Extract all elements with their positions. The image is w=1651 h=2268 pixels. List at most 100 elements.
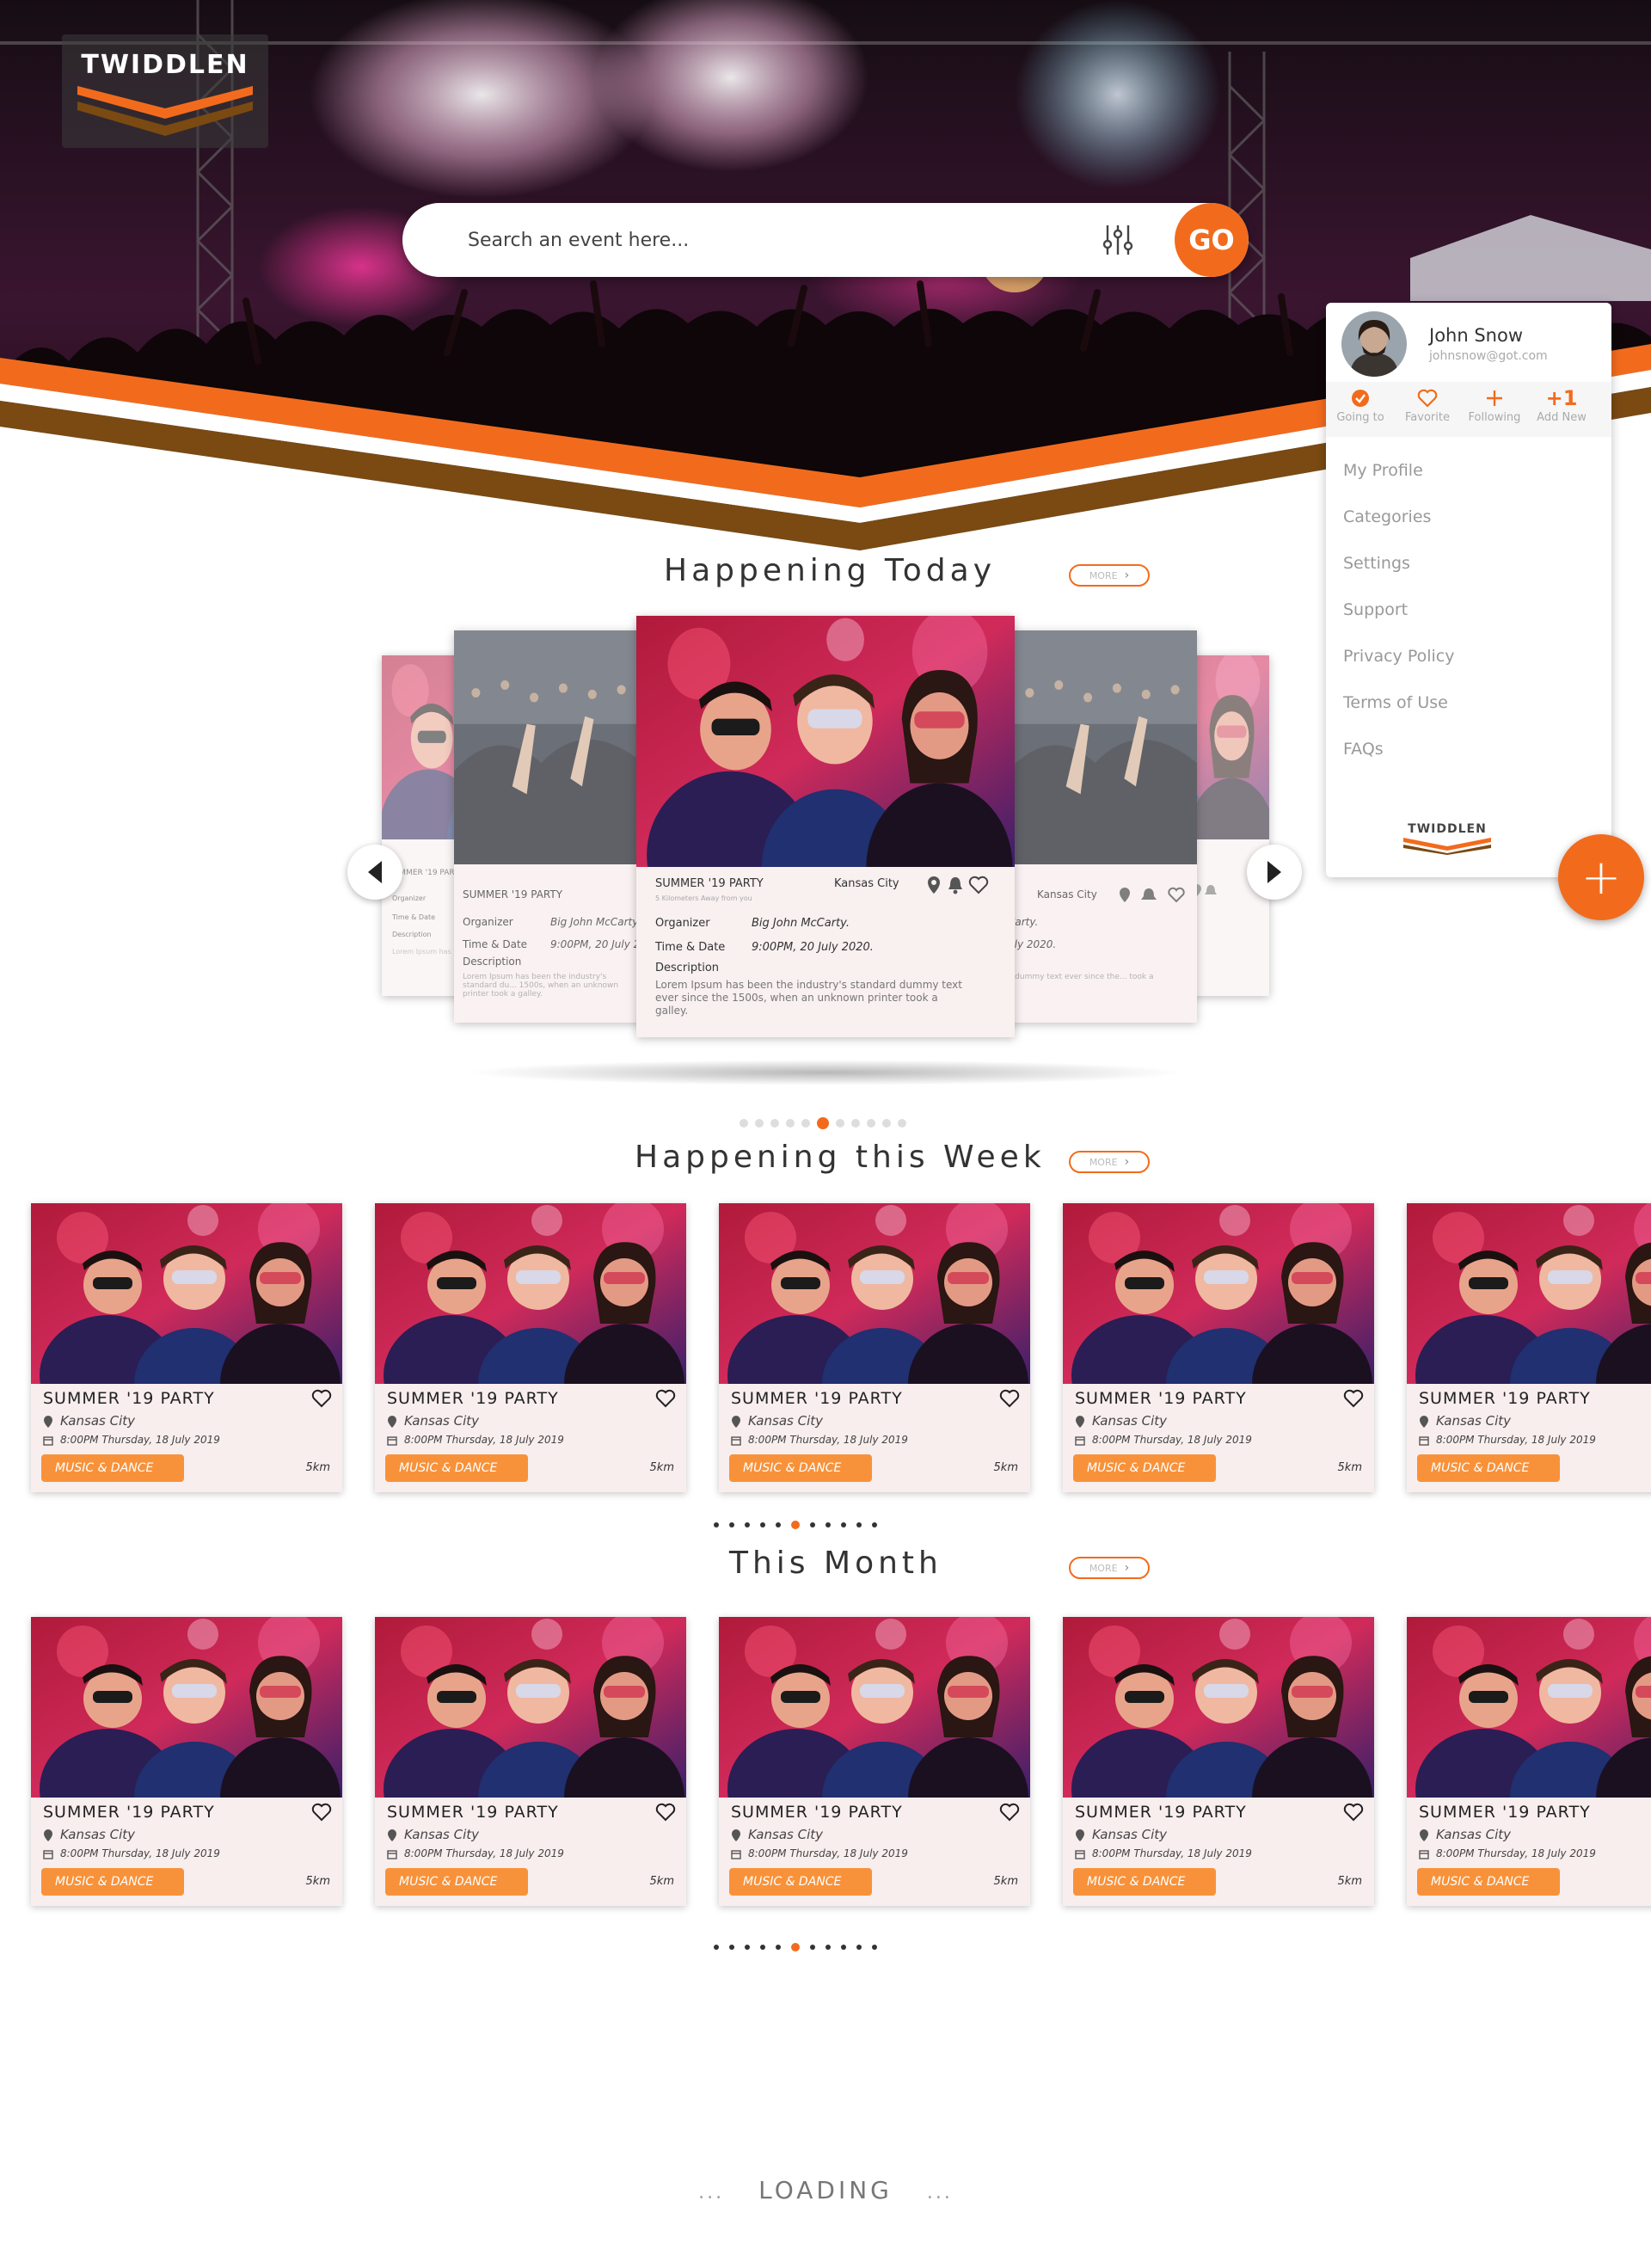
event-card[interactable]: SUMMER '19 PARTY Kansas City 8:00PM Thursd… [31, 1617, 342, 1906]
carousel-card-left[interactable]: SUMMER '19 PARTY Organizer Big John McCa… [454, 630, 643, 1023]
heart-icon[interactable] [999, 1389, 1020, 1408]
brand-logo[interactable]: TWIDDLEN [62, 34, 268, 148]
pagination-dot[interactable] [851, 1119, 860, 1128]
search-input[interactable] [466, 220, 1016, 260]
heart-icon[interactable] [655, 1389, 676, 1408]
menu-item-categories[interactable]: Categories [1343, 507, 1431, 526]
menu-item-terms-of-use[interactable]: Terms of Use [1343, 693, 1448, 712]
pagination-dot[interactable] [856, 1522, 862, 1527]
pagination-dot[interactable] [755, 1119, 764, 1128]
pagination-dot[interactable] [867, 1119, 875, 1128]
category-tag[interactable]: MUSIC & DANCE [385, 1868, 528, 1896]
add-event-fab[interactable]: + [1558, 834, 1644, 920]
menu-item-support[interactable]: Support [1343, 600, 1408, 619]
category-tag[interactable]: MUSIC & DANCE [1417, 1454, 1560, 1482]
menu-item-faqs[interactable]: FAQs [1343, 740, 1384, 759]
plus-one-icon: +1 [1545, 386, 1578, 410]
carousel-card-featured[interactable]: SUMMER '19 PARTY Kansas City 5 Kilometer… [636, 616, 1015, 1037]
event-distance: 5km [649, 1875, 674, 1888]
event-card[interactable]: SUMMER '19 PARTY Kansas City 8:00PM Thursd… [1407, 1203, 1651, 1492]
go-button[interactable]: GO [1175, 203, 1249, 277]
category-tag[interactable]: MUSIC & DANCE [729, 1454, 872, 1482]
panel-logo-text: TWIDDLEN [1408, 822, 1487, 836]
event-card[interactable]: SUMMER '19 PARTY Kansas City 8:00PM Thursd… [1063, 1203, 1374, 1492]
carousel-prev-button[interactable] [347, 845, 402, 900]
category-tag[interactable]: MUSIC & DANCE [729, 1868, 872, 1896]
pagination-dot[interactable] [898, 1119, 906, 1128]
pagination-dot[interactable] [841, 1522, 846, 1527]
happening-week-more-button[interactable]: MORE › [1069, 1151, 1150, 1173]
pagination-dot[interactable] [826, 1945, 831, 1950]
going-to-button[interactable]: Going to [1326, 385, 1395, 424]
category-tag[interactable]: MUSIC & DANCE [41, 1868, 184, 1896]
heart-icon[interactable] [311, 1803, 332, 1822]
pagination-dot[interactable] [836, 1119, 844, 1128]
event-card[interactable]: SUMMER '19 PARTY Kansas City 8:00PM Thursd… [375, 1617, 686, 1906]
pagination-dot[interactable] [810, 1522, 815, 1527]
category-tag[interactable]: MUSIC & DANCE [1417, 1868, 1560, 1896]
pagination-dot[interactable] [826, 1522, 831, 1527]
heart-icon[interactable] [999, 1803, 1020, 1822]
category-tag[interactable]: MUSIC & DANCE [1073, 1868, 1216, 1896]
pagination-dot[interactable] [776, 1522, 781, 1527]
category-tag[interactable]: MUSIC & DANCE [1073, 1454, 1216, 1482]
heart-icon[interactable] [1343, 1389, 1364, 1408]
heart-icon[interactable] [655, 1803, 676, 1822]
event-card[interactable]: SUMMER '19 PARTY Kansas City 8:00PM Thursd… [375, 1203, 686, 1492]
pagination-dot[interactable] [872, 1522, 877, 1527]
event-distance: 5km [1337, 1875, 1362, 1888]
add-new-button[interactable]: +1 Add New [1527, 385, 1596, 424]
following-button[interactable]: Following [1460, 385, 1529, 424]
avatar[interactable] [1341, 311, 1407, 377]
filter-sliders-icon[interactable] [1102, 224, 1133, 256]
favorite-button[interactable]: Favorite [1393, 385, 1462, 424]
pagination-dot[interactable] [872, 1945, 877, 1950]
heart-icon[interactable] [311, 1389, 332, 1408]
pagination-dot[interactable] [817, 1117, 829, 1129]
heart-icon[interactable] [1343, 1803, 1364, 1822]
category-tag[interactable]: MUSIC & DANCE [385, 1454, 528, 1482]
pagination-dot[interactable] [760, 1945, 765, 1950]
event-card[interactable]: SUMMER '19 PARTY Kansas City 8:00PM Thursd… [1407, 1617, 1651, 1906]
event-date: 8:00PM Thursday, 18 July 2019 [404, 1847, 564, 1859]
this-month-more-button[interactable]: MORE › [1069, 1557, 1150, 1579]
pagination-dot[interactable] [714, 1522, 719, 1527]
pagination-dot[interactable] [745, 1945, 750, 1950]
description-text: Lorem Ipsum has been the industry's stan… [655, 979, 962, 1017]
pagination-dot[interactable] [786, 1119, 795, 1128]
pagination-dot[interactable] [770, 1119, 779, 1128]
pagination-dot[interactable] [776, 1945, 781, 1950]
pagination-dot[interactable] [760, 1522, 765, 1527]
category-tag[interactable]: MUSIC & DANCE [41, 1454, 184, 1482]
event-photo [31, 1203, 342, 1384]
pagination-dot[interactable] [810, 1945, 815, 1950]
event-card[interactable]: SUMMER '19 PARTY Kansas City 8:00PM Thursd… [1063, 1617, 1374, 1906]
bell-icon[interactable] [948, 876, 963, 894]
pagination-dot[interactable] [801, 1119, 810, 1128]
pagination-dot[interactable] [740, 1119, 748, 1128]
pagination-dot[interactable] [729, 1945, 734, 1950]
pagination-dot[interactable] [882, 1119, 891, 1128]
pagination-dot[interactable] [856, 1945, 862, 1950]
carousel-card-right[interactable]: Kansas City Carty. uly 2020. y dummy tex… [1008, 630, 1197, 1023]
time-label: Time & Date [655, 941, 726, 954]
happening-today-more-button[interactable]: MORE › [1069, 564, 1150, 587]
carousel-next-button[interactable] [1247, 845, 1302, 900]
event-title: SUMMER '19 PARTY [1419, 1389, 1591, 1408]
menu-item-privacy-policy[interactable]: Privacy Policy [1343, 647, 1454, 666]
heart-icon[interactable] [968, 876, 989, 894]
event-card[interactable]: SUMMER '19 PARTY Kansas City 8:00PM Thursd… [719, 1617, 1030, 1906]
event-distance: 5km [305, 1875, 330, 1888]
menu-item-settings[interactable]: Settings [1343, 554, 1410, 573]
event-card[interactable]: SUMMER '19 PARTY Kansas City 8:00PM Thursd… [719, 1203, 1030, 1492]
pagination-dot[interactable] [841, 1945, 846, 1950]
pagination-dot[interactable] [791, 1943, 800, 1951]
menu-item-my-profile[interactable]: My Profile [1343, 461, 1423, 480]
pagination-dot[interactable] [729, 1522, 734, 1527]
location-pin-icon [732, 1416, 740, 1428]
location-pin-icon[interactable] [927, 876, 941, 894]
event-card[interactable]: SUMMER '19 PARTY Kansas City 8:00PM Thursd… [31, 1203, 342, 1492]
pagination-dot[interactable] [714, 1945, 719, 1950]
pagination-dot[interactable] [745, 1522, 750, 1527]
pagination-dot[interactable] [791, 1521, 800, 1529]
